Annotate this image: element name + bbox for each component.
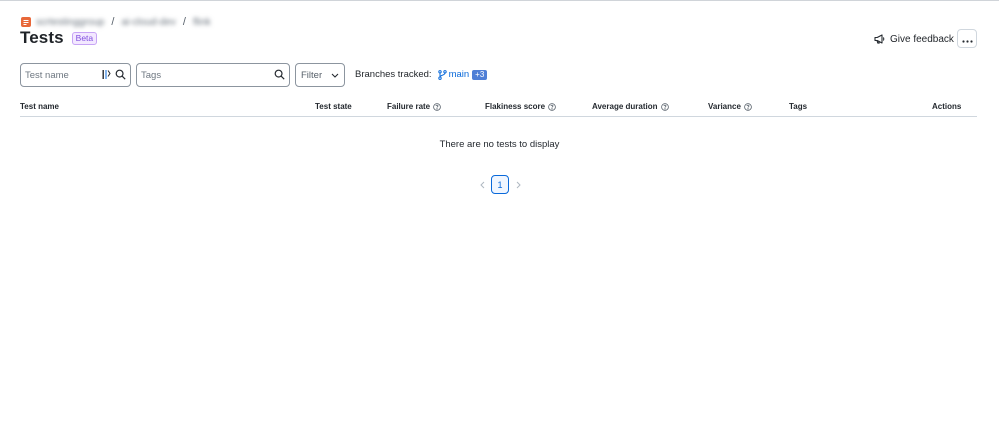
filter-dropdown[interactable]: Filter — [295, 63, 345, 87]
tags-search[interactable] — [136, 63, 290, 87]
chevron-down-icon — [331, 70, 339, 81]
filter-label: Filter — [301, 69, 323, 81]
column-label: Test state — [315, 102, 352, 111]
tags-input[interactable] — [141, 69, 289, 81]
org-logo-icon — [21, 17, 31, 27]
search-icon[interactable] — [274, 69, 285, 83]
title-row: Tests Beta — [20, 28, 98, 48]
search-icon[interactable] — [115, 69, 126, 83]
give-feedback-label: Give feedback — [890, 33, 954, 45]
chevron-left-icon — [479, 181, 484, 188]
column-variance[interactable]: Variance — [708, 102, 752, 111]
pagination: 1 — [475, 175, 525, 194]
column-flakiness-score[interactable]: Flakiness score — [485, 102, 556, 111]
info-icon[interactable] — [548, 102, 556, 111]
branch-extra-count[interactable]: +3 — [472, 69, 488, 80]
column-failure-rate[interactable]: Failure rate — [387, 102, 441, 111]
branches-label: Branches tracked: — [355, 69, 432, 80]
breadcrumb-project[interactable]: ai-cloud-dev — [121, 17, 175, 28]
info-icon[interactable] — [744, 102, 752, 111]
page-number-button[interactable]: 1 — [491, 175, 509, 194]
branch-main-link[interactable]: main — [437, 69, 470, 80]
branches-tracked: Branches tracked: main +3 — [355, 69, 488, 80]
column-label: Actions — [932, 102, 962, 111]
git-branch-icon — [437, 69, 447, 80]
column-label: Flakiness score — [485, 102, 546, 111]
column-test-name[interactable]: Test name — [20, 102, 59, 111]
branch-name: main — [448, 69, 470, 80]
tests-table-header: Test name Test state Failure rate Flakin… — [20, 99, 977, 117]
breadcrumb-separator: / — [111, 16, 115, 28]
regex-toggle-icon[interactable] — [102, 69, 111, 83]
empty-state-message: There are no tests to display — [439, 139, 560, 150]
breadcrumb-separator: / — [182, 16, 186, 28]
test-name-search[interactable] — [20, 63, 131, 87]
column-tags[interactable]: Tags — [789, 102, 807, 111]
more-options-button[interactable] — [957, 29, 977, 48]
column-label: Tags — [789, 102, 808, 111]
column-label: Average duration — [592, 102, 658, 111]
next-page-button[interactable] — [511, 175, 525, 194]
breadcrumb: scrtestinggroup / ai-cloud-dev / flink — [21, 16, 211, 28]
previous-page-button[interactable] — [475, 175, 489, 194]
top-border — [0, 0, 999, 1]
column-test-state[interactable]: Test state — [315, 102, 352, 111]
chevron-right-icon — [516, 181, 521, 188]
info-icon[interactable] — [660, 102, 669, 111]
more-horizontal-icon — [961, 30, 973, 48]
megaphone-icon — [874, 34, 885, 44]
column-label: Failure rate — [387, 102, 431, 111]
breadcrumb-repo[interactable]: flink — [193, 17, 211, 28]
column-actions: Actions — [932, 102, 961, 111]
page-title: Tests — [20, 28, 64, 47]
column-label: Variance — [708, 102, 741, 111]
info-icon[interactable] — [433, 102, 441, 111]
column-label: Test name — [20, 102, 59, 111]
beta-badge: Beta — [71, 31, 98, 45]
breadcrumb-org[interactable]: scrtestinggroup — [36, 17, 104, 28]
give-feedback-button[interactable]: Give feedback — [874, 31, 954, 47]
column-average-duration[interactable]: Average duration — [592, 102, 669, 111]
